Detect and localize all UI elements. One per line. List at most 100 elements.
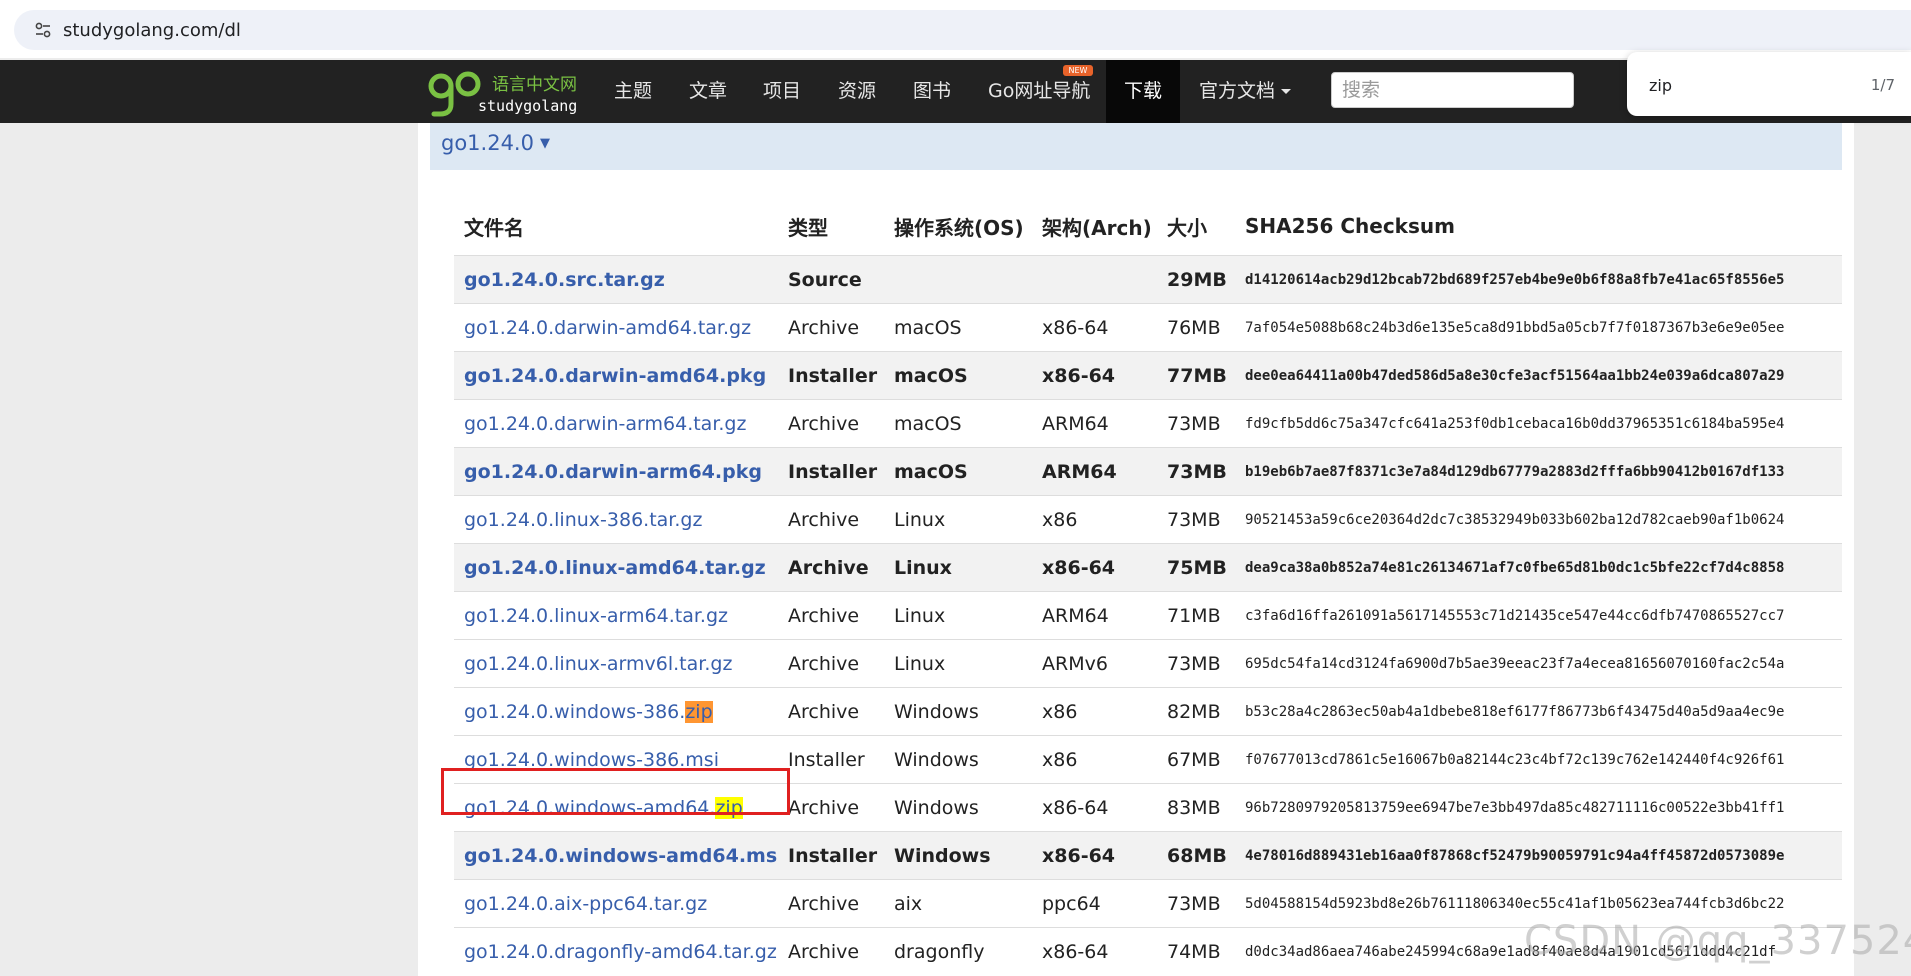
- site-navbar: [0, 60, 1911, 123]
- download-link[interactable]: go1.24.0.linux-amd64.tar.gz: [464, 557, 766, 579]
- download-link[interactable]: go1.24.0.linux-arm64.tar.gz: [464, 605, 728, 627]
- csdn-watermark: CSDN @qq_33752493: [1524, 918, 1911, 964]
- version-header[interactable]: go1.24.0 ▼: [430, 123, 1842, 170]
- download-link[interactable]: go1.24.0.windows-386.zip: [464, 700, 713, 723]
- url-text[interactable]: studygolang.com/dl: [63, 20, 241, 41]
- cell-kind: Archive: [778, 687, 884, 736]
- download-link[interactable]: go1.24.0.src.tar.gz: [464, 269, 665, 291]
- download-link[interactable]: go1.24.0.aix-ppc64.tar.gz: [464, 893, 707, 915]
- cell-os: Linux: [884, 639, 1032, 688]
- cell-os: macOS: [884, 351, 1032, 400]
- download-link[interactable]: go1.24.0.linux-armv6l.tar.gz: [464, 653, 732, 675]
- download-link[interactable]: go1.24.0.darwin-amd64.pkg: [464, 365, 766, 387]
- column-header-checksum: SHA256 Checksum: [1245, 214, 1455, 238]
- cell-filename: go1.24.0.darwin-arm64.tar.gz: [454, 399, 778, 448]
- nav-projects[interactable]: 项目: [763, 60, 801, 123]
- cell-arch: ARMv6: [1032, 639, 1157, 688]
- download-link[interactable]: go1.24.0.darwin-arm64.tar.gz: [464, 413, 746, 435]
- cell-size: 73MB: [1157, 879, 1235, 928]
- table-row: go1.24.0.windows-amd64.msi Installer Windo…: [454, 831, 1842, 880]
- nav-topics[interactable]: 主题: [614, 60, 652, 123]
- download-link[interactable]: go1.24.0.darwin-arm64.pkg: [464, 461, 762, 483]
- nav-official-docs[interactable]: 官方文档: [1199, 60, 1292, 123]
- table-row: go1.24.0.linux-arm64.tar.gz Archive Linux A…: [454, 591, 1842, 640]
- cell-size: 83MB: [1157, 783, 1235, 832]
- download-link[interactable]: go1.24.0.darwin-amd64.tar.gz: [464, 317, 751, 339]
- table-row: go1.24.0.darwin-arm64.tar.gz Archive macOS…: [454, 399, 1842, 448]
- cell-size: 74MB: [1157, 927, 1235, 975]
- filename-text: go1.24.0.windows-386.: [464, 700, 686, 723]
- cell-filename: go1.24.0.windows-386.msi: [454, 735, 778, 784]
- cell-checksum: fd9cfb5dd6c75a347cfc641a253f0db1cebaca16…: [1235, 399, 1842, 448]
- find-match-highlight: zip: [715, 796, 743, 819]
- cell-arch: x86: [1032, 495, 1157, 544]
- cell-checksum: b53c28a4c2863ec50ab4a1dbebe818ef6177f867…: [1235, 687, 1842, 736]
- cell-size: 75MB: [1157, 543, 1235, 592]
- download-link[interactable]: go1.24.0.linux-386.tar.gz: [464, 509, 702, 531]
- cell-kind: Installer: [778, 831, 884, 880]
- cell-filename: go1.24.0.darwin-amd64.pkg: [454, 351, 778, 400]
- download-link[interactable]: go1.24.0.windows-386.msi: [464, 749, 719, 771]
- table-row: go1.24.0.linux-386.tar.gz Archive Linux x86…: [454, 495, 1842, 544]
- cell-filename: go1.24.0.windows-amd64.msi: [454, 831, 778, 880]
- cell-size: 29MB: [1157, 255, 1235, 304]
- table-row: go1.24.0.darwin-arm64.pkg Installer macOS A…: [454, 447, 1842, 496]
- find-input[interactable]: [1647, 75, 1831, 96]
- nav-books[interactable]: 图书: [913, 60, 951, 123]
- table-row: go1.24.0.darwin-amd64.tar.gz Archive macOS…: [454, 303, 1842, 352]
- download-link[interactable]: go1.24.0.windows-amd64.msi: [464, 845, 778, 867]
- cell-os: dragonfly: [884, 927, 1032, 975]
- cell-checksum: 90521453a59c6ce20364d2dc7c38532949b033b6…: [1235, 495, 1842, 544]
- column-header-size: 大小: [1167, 215, 1207, 240]
- download-link[interactable]: go1.24.0.dragonfly-amd64.tar.gz: [464, 941, 777, 963]
- cell-arch: x86-64: [1032, 303, 1157, 352]
- cell-size: 73MB: [1157, 639, 1235, 688]
- download-link[interactable]: go1.24.0.windows-amd64.zip: [464, 796, 743, 819]
- cell-os: Linux: [884, 591, 1032, 640]
- download-content: go1.24.0 ▼ 文件名 类型 操作系统(OS) 架构(Arch) 大小 SH…: [418, 123, 1854, 976]
- cell-arch: x86-64: [1032, 927, 1157, 975]
- cell-kind: Installer: [778, 447, 884, 496]
- cell-os: Windows: [884, 831, 1032, 880]
- cell-arch: ARM64: [1032, 447, 1157, 496]
- site-info-icon[interactable]: [34, 21, 52, 39]
- cell-size: 67MB: [1157, 735, 1235, 784]
- filename-text: go1.24.0.windows-amd64.: [464, 796, 716, 819]
- cell-size: 71MB: [1157, 591, 1235, 640]
- cell-size: 73MB: [1157, 495, 1235, 544]
- cell-filename: go1.24.0.darwin-amd64.tar.gz: [454, 303, 778, 352]
- cell-checksum: 7af054e5088b68c24b3d6e135e5ca8d91bbd5a05…: [1235, 303, 1842, 352]
- cell-kind: Archive: [778, 303, 884, 352]
- omnibox[interactable]: studygolang.com/dl: [14, 10, 1911, 50]
- site-search-input[interactable]: [1331, 72, 1574, 108]
- cell-kind: Archive: [778, 399, 884, 448]
- logo-chinese-text: 语言中文网: [492, 75, 577, 95]
- cell-checksum: 695dc54fa14cd3124fa6900d7b5ae39eeac23f7a…: [1235, 639, 1842, 688]
- cell-size: 68MB: [1157, 831, 1235, 880]
- logo-english-text: studygolang: [478, 97, 578, 115]
- caret-down-icon: ▼: [539, 136, 550, 151]
- downloads-table: 文件名 类型 操作系统(OS) 架构(Arch) 大小 SHA256 Check…: [454, 197, 1842, 975]
- cell-kind: Archive: [778, 639, 884, 688]
- cell-os: Linux: [884, 495, 1032, 544]
- column-header-kind: 类型: [788, 215, 828, 240]
- cell-size: 77MB: [1157, 351, 1235, 400]
- nav-articles[interactable]: 文章: [689, 60, 727, 123]
- cell-filename: go1.24.0.aix-ppc64.tar.gz: [454, 879, 778, 928]
- cell-kind: Archive: [778, 927, 884, 975]
- nav-resources[interactable]: 资源: [838, 60, 876, 123]
- new-badge: NEW: [1063, 65, 1093, 76]
- site-logo[interactable]: 语言中文网 studygolang: [424, 64, 584, 120]
- version-toggle[interactable]: go1.24.0 ▼: [441, 131, 550, 155]
- cell-arch: x86-64: [1032, 543, 1157, 592]
- column-header-os: 操作系统(OS): [894, 215, 1024, 240]
- cell-filename: go1.24.0.linux-amd64.tar.gz: [454, 543, 778, 592]
- nav-official-docs-label: 官方文档: [1199, 80, 1276, 102]
- column-header-arch: 架构(Arch): [1042, 215, 1152, 240]
- cell-kind: Archive: [778, 495, 884, 544]
- cell-checksum: dea9ca38a0b852a74e81c26134671af7c0fbe65d…: [1235, 543, 1842, 592]
- cell-os: [884, 255, 1032, 304]
- version-label: go1.24.0: [441, 131, 534, 155]
- table-header-row: 文件名 类型 操作系统(OS) 架构(Arch) 大小 SHA256 Check…: [454, 197, 1842, 256]
- nav-download[interactable]: 下载: [1106, 60, 1181, 123]
